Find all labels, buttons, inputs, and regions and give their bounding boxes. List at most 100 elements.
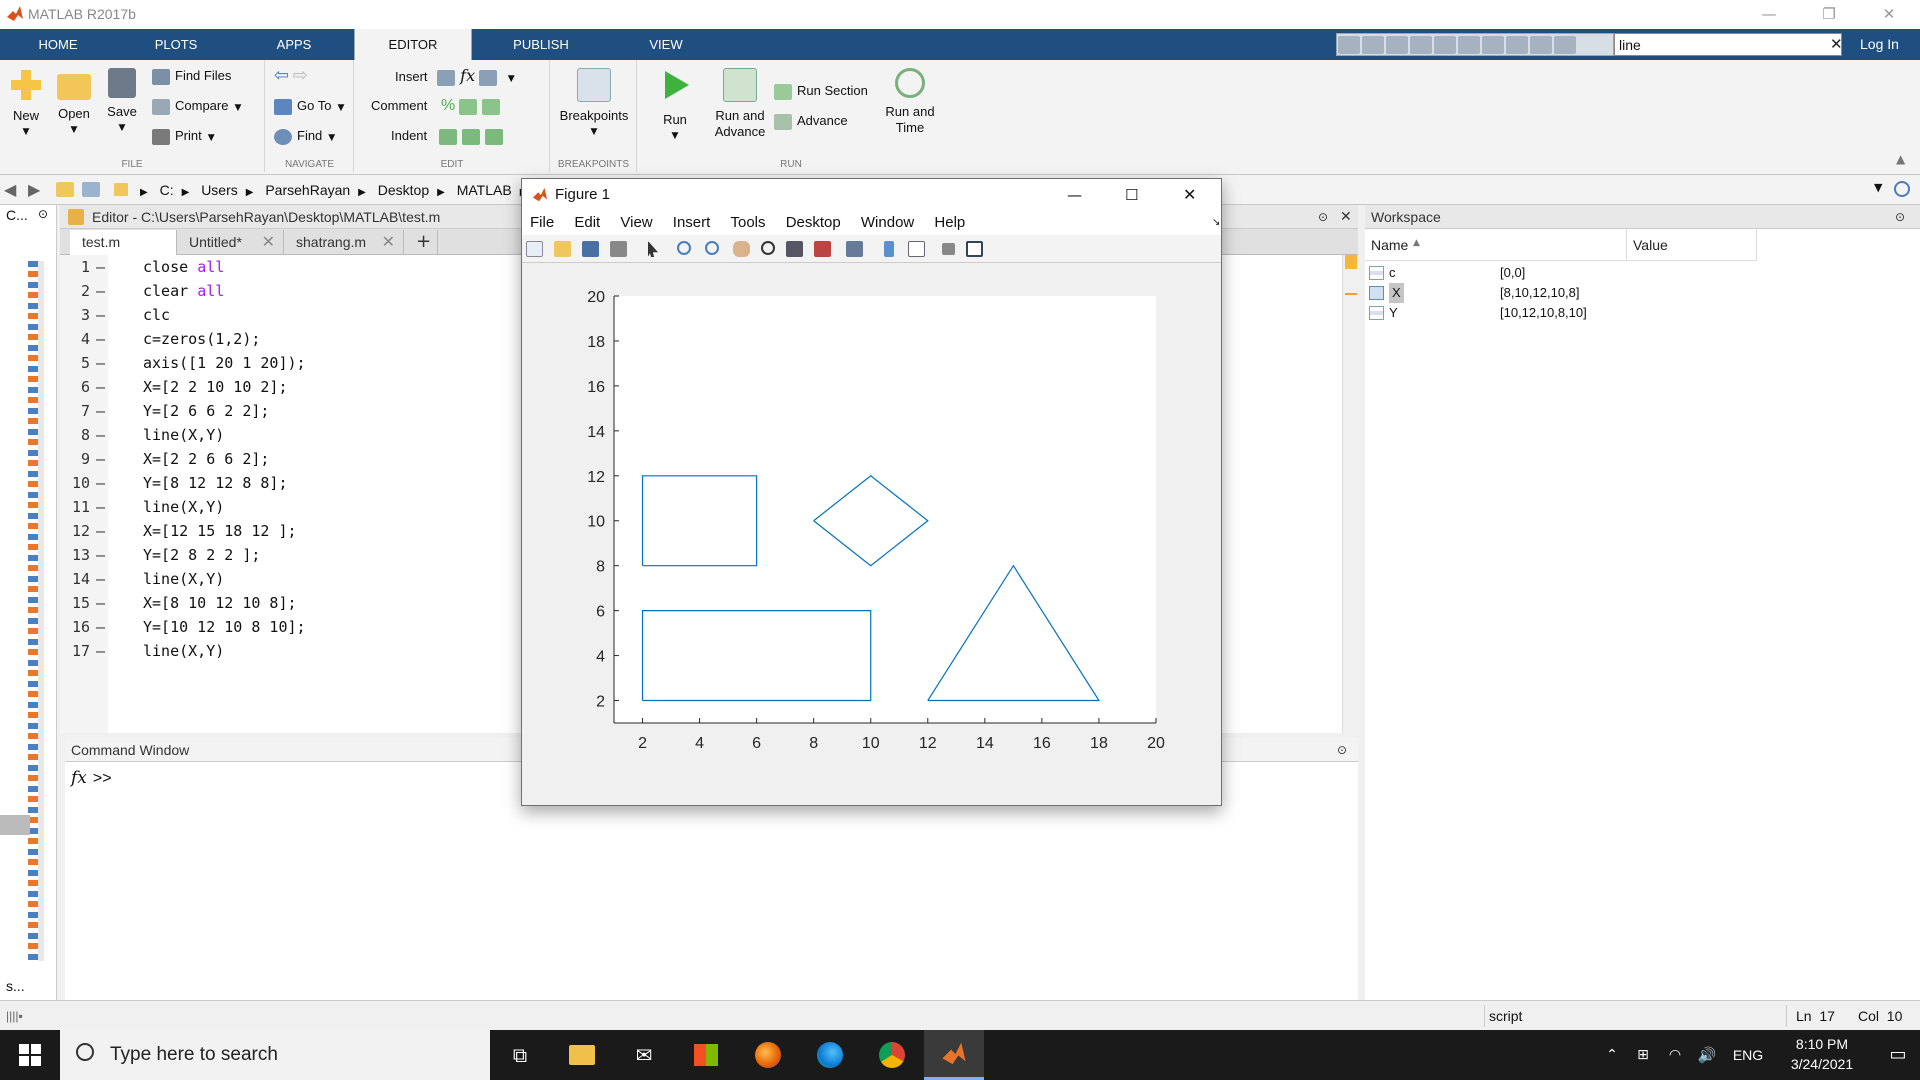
line-number[interactable]: 12 — [60, 519, 90, 543]
figure-close-icon[interactable]: ✕ — [1183, 179, 1196, 211]
insert-colorbar-icon[interactable] — [884, 241, 894, 257]
compare-button[interactable]: Compare ▼ — [152, 97, 241, 117]
line-number[interactable]: 14 — [60, 567, 90, 591]
dock-arrow-icon[interactable]: ↘ — [1212, 211, 1220, 235]
quick-access-toolbar[interactable] — [1336, 33, 1614, 56]
insert-function-icon[interactable]: fx — [460, 66, 475, 85]
save-figure-icon[interactable] — [582, 241, 599, 257]
breakpoint-marker[interactable]: – — [96, 303, 105, 327]
wrap-comments-icon[interactable] — [481, 98, 500, 115]
editor-scrollbar[interactable] — [1342, 255, 1358, 733]
save-button[interactable]: Save ▼ — [102, 68, 142, 136]
line-number[interactable]: 10 — [60, 471, 90, 495]
breadcrumb[interactable]: ▶ C: ▶ Users ▶ ParsehRayan ▶ Desktop ▶ MATLA… — [140, 175, 535, 205]
line-number[interactable]: 1 — [60, 255, 90, 279]
restore-icon[interactable]: ❐ — [1800, 0, 1858, 29]
menu-file[interactable]: File — [530, 214, 554, 231]
login-link[interactable]: Log In — [1860, 33, 1899, 56]
up-folder-icon[interactable] — [56, 182, 74, 197]
notifications-icon[interactable]: ▭ — [1876, 1030, 1920, 1080]
tab-home[interactable]: HOME — [0, 29, 116, 60]
advance-button[interactable]: Advance — [774, 112, 848, 130]
code-text[interactable]: clear all — [143, 279, 224, 303]
link-plot-icon[interactable] — [846, 241, 863, 257]
comment-button[interactable]: Comment % — [371, 97, 505, 115]
code-text[interactable]: Y=[2 6 6 2 2]; — [143, 399, 269, 423]
edge-icon[interactable] — [800, 1030, 860, 1080]
menu-insert[interactable]: Insert — [673, 214, 711, 231]
menu-view[interactable]: View — [620, 214, 652, 231]
brush-icon[interactable] — [814, 241, 831, 257]
close-tab-icon[interactable]: ✕ — [382, 230, 395, 254]
breakpoint-marker[interactable]: – — [96, 279, 105, 303]
line-number[interactable]: 2 — [60, 279, 90, 303]
command-prompt[interactable]: fx >> — [71, 768, 112, 788]
show-plot-tools-icon[interactable] — [966, 241, 983, 257]
pan-hand-icon[interactable] — [733, 241, 750, 257]
browse-folder-icon[interactable] — [82, 182, 100, 197]
taskbar-search-input[interactable]: Type here to search — [60, 1030, 490, 1080]
workspace-menu-icon[interactable]: ⊙ — [1895, 205, 1905, 229]
collapse-ribbon-icon[interactable]: ▲ — [1896, 152, 1905, 166]
tab-untitled[interactable]: Untitled* ✕ — [177, 230, 284, 255]
line-number[interactable]: 4 — [60, 327, 90, 351]
crumb-drive[interactable]: C: — [160, 182, 174, 198]
smart-indent-icon[interactable] — [438, 128, 457, 145]
insert-legend-icon[interactable] — [908, 241, 925, 257]
hide-plot-tools-icon[interactable] — [942, 243, 955, 255]
breakpoints-button[interactable]: Breakpoints ▼ — [551, 68, 637, 140]
code-text[interactable]: X=[2 2 6 6 2]; — [143, 447, 269, 471]
menu-help[interactable]: Help — [934, 214, 965, 231]
code-text[interactable]: X=[2 2 10 10 2]; — [143, 375, 288, 399]
function-browser-icon[interactable]: fx — [71, 768, 87, 788]
tab-view[interactable]: VIEW — [608, 29, 724, 60]
task-view-icon[interactable]: ⧉ — [490, 1030, 550, 1080]
line-number[interactable]: 17 — [60, 639, 90, 663]
goto-button[interactable]: Go To ▼ — [274, 97, 344, 117]
breakpoint-marker[interactable]: – — [96, 447, 105, 471]
code-text[interactable]: X=[12 15 18 12 ]; — [143, 519, 297, 543]
new-tab-plus-icon[interactable]: + — [404, 230, 438, 255]
editor-close-icon[interactable]: ✕ — [1340, 205, 1352, 229]
breakpoint-marker[interactable]: – — [96, 591, 105, 615]
chrome-icon[interactable] — [862, 1030, 922, 1080]
back-forward-buttons[interactable]: ⇦ ⇨ — [274, 67, 308, 86]
run-and-time-button[interactable]: Run and Time — [880, 68, 940, 136]
tab-test-m[interactable]: test.m — [70, 230, 177, 255]
close-icon[interactable]: ✕ — [1860, 0, 1918, 29]
volume-icon[interactable]: 🔊 — [1692, 1030, 1722, 1080]
language-indicator[interactable]: ENG — [1724, 1030, 1772, 1080]
search-folder-icon[interactable] — [1894, 181, 1910, 197]
network-icon[interactable]: ⊞ — [1628, 1030, 1658, 1080]
run-and-advance-button[interactable]: Run and Advance — [708, 68, 772, 140]
figure-title-bar[interactable]: Figure 1 — ☐ ✕ — [522, 179, 1221, 211]
line-number[interactable]: 13 — [60, 543, 90, 567]
data-cursor-icon[interactable] — [786, 241, 803, 257]
decrease-indent-icon[interactable] — [484, 128, 503, 145]
new-button[interactable]: New ▼ — [6, 68, 46, 140]
workspace-value-column-header[interactable]: Value — [1627, 229, 1757, 261]
breakpoint-marker[interactable]: – — [96, 255, 105, 279]
documentation-search-input[interactable]: line — [1614, 33, 1842, 56]
line-number[interactable]: 11 — [60, 495, 90, 519]
breakpoint-marker[interactable]: – — [96, 351, 105, 375]
code-text[interactable]: clc — [143, 303, 170, 327]
menu-tools[interactable]: Tools — [730, 214, 765, 231]
code-text[interactable]: line(X,Y) — [143, 567, 224, 591]
open-button[interactable]: Open ▼ — [54, 68, 94, 138]
breakpoint-marker[interactable]: – — [96, 495, 105, 519]
line-number[interactable]: 7 — [60, 399, 90, 423]
line-number[interactable]: 6 — [60, 375, 90, 399]
file-explorer-icon[interactable] — [552, 1030, 612, 1080]
uncomment-icon[interactable] — [458, 98, 477, 115]
figure-window[interactable]: Figure 1 — ☐ ✕ File Edit View Insert Too… — [521, 178, 1222, 806]
code-text[interactable]: line(X,Y) — [143, 639, 224, 663]
find-button[interactable]: Find ▼ — [274, 127, 335, 147]
line-number[interactable]: 16 — [60, 615, 90, 639]
breakpoint-marker[interactable]: – — [96, 375, 105, 399]
breakpoint-marker[interactable]: – — [96, 471, 105, 495]
crumb-matlab[interactable]: MATLAB — [457, 182, 512, 198]
run-button[interactable]: Run ▼ — [650, 68, 700, 144]
clear-search-icon[interactable]: ✕ — [1830, 33, 1848, 56]
selected-file-row[interactable] — [0, 815, 30, 835]
